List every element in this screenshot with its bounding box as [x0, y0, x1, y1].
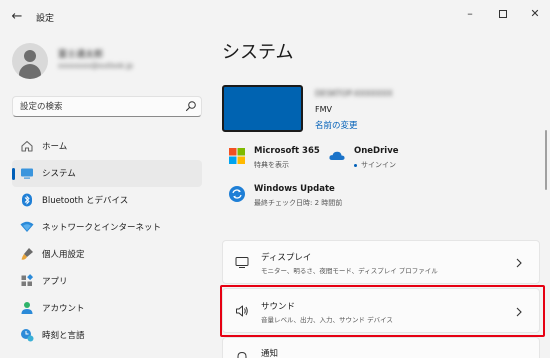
sound-settings-card[interactable]: サウンド 音量レベル、出力、入力、サウンド デバイス — [222, 288, 540, 333]
minimize-button[interactable]: – — [459, 6, 481, 22]
sidebar-item-label: アカウント — [42, 304, 85, 314]
time-language-icon — [21, 329, 34, 342]
tile-subtitle: 最終チェック日時: 2 時間前 — [254, 199, 343, 207]
account-icon — [21, 302, 33, 314]
sidebar-item-accounts[interactable]: アカウント — [12, 295, 202, 322]
monitor-icon — [235, 257, 249, 268]
title-bar: ← 設定 – ✕ — [0, 0, 550, 34]
card-title: ディスプレイ — [261, 253, 312, 263]
device-model: FMV — [315, 105, 332, 114]
onedrive-status: サインイン — [361, 161, 396, 169]
sidebar-item-personalization[interactable]: 個人用設定 — [12, 241, 202, 268]
close-button[interactable]: ✕ — [524, 6, 546, 22]
bell-icon — [237, 351, 247, 358]
speaker-icon — [236, 305, 248, 317]
tile-title: OneDrive — [354, 146, 399, 156]
search-icon[interactable] — [185, 100, 197, 112]
close-icon: ✕ — [530, 7, 540, 20]
chevron-right-icon — [516, 307, 522, 317]
card-subtitle: 音量レベル、出力、入力、サウンド デバイス — [261, 316, 393, 324]
page-title: システム — [222, 42, 294, 63]
tile-title: Microsoft 365 — [254, 146, 320, 156]
device-image — [222, 85, 303, 132]
account-email: xxxxxxxx@outlook.jp — [58, 62, 133, 70]
sidebar-item-bluetooth[interactable]: Bluetooth とデバイス — [12, 187, 202, 214]
tile-title: Windows Update — [254, 184, 335, 194]
sidebar-item-home[interactable]: ホーム — [12, 133, 202, 160]
sidebar-item-system[interactable]: システム — [12, 160, 202, 187]
avatar[interactable] — [12, 43, 48, 79]
sidebar-nav: ホーム システム Bluetooth とデバイス ネットワークとインターネット … — [12, 133, 202, 349]
card-title: 通知 — [261, 349, 279, 358]
maximize-icon — [499, 10, 507, 18]
minimize-icon: – — [467, 7, 473, 20]
account-name: 富士通太郎 — [58, 50, 104, 60]
cloud-icon — [329, 151, 345, 160]
tile-subtitle: 特典を表示 — [254, 161, 289, 169]
tile-subtitle: サインイン — [354, 160, 396, 170]
sidebar-item-label: ホーム — [42, 142, 68, 152]
selection-indicator — [12, 168, 15, 180]
sidebar-item-apps[interactable]: アプリ — [12, 268, 202, 295]
sidebar-item-label: ネットワークとインターネット — [42, 223, 162, 233]
sidebar-item-network[interactable]: ネットワークとインターネット — [12, 214, 202, 241]
notifications-settings-card[interactable]: 通知 — [222, 337, 540, 358]
app-title: 設定 — [36, 14, 55, 24]
display-settings-card[interactable]: ディスプレイ モニター、明るさ、夜間モード、ディスプレイ プロファイル — [222, 240, 540, 284]
device-name: DESKTOP-XXXXXXX — [315, 89, 393, 98]
microsoft-logo-icon — [229, 148, 245, 164]
rename-link[interactable]: 名前の変更 — [315, 119, 358, 131]
sidebar-item-label: 時刻と言語 — [42, 331, 85, 341]
paintbrush-icon — [21, 248, 33, 260]
search-input[interactable] — [13, 97, 178, 116]
maximize-button[interactable] — [492, 6, 514, 22]
chevron-right-icon — [516, 258, 522, 268]
back-arrow-icon[interactable]: ← — [8, 9, 26, 25]
card-subtitle: モニター、明るさ、夜間モード、ディスプレイ プロファイル — [261, 267, 438, 275]
home-icon — [21, 140, 33, 152]
bluetooth-icon — [22, 193, 32, 207]
card-title: サウンド — [261, 302, 296, 312]
wifi-icon — [20, 221, 34, 232]
search-box — [12, 96, 202, 117]
sidebar-item-label: Bluetooth とデバイス — [42, 196, 129, 206]
apps-icon — [21, 274, 34, 286]
sidebar-item-time-language[interactable]: 時刻と言語 — [12, 322, 202, 349]
system-display-icon — [21, 168, 33, 179]
scrollbar[interactable] — [545, 130, 547, 190]
sidebar-item-label: システム — [42, 169, 76, 179]
status-dot — [354, 163, 357, 167]
sidebar-item-label: 個人用設定 — [42, 250, 85, 260]
sidebar-item-label: アプリ — [42, 277, 68, 287]
update-sync-icon — [229, 186, 245, 202]
